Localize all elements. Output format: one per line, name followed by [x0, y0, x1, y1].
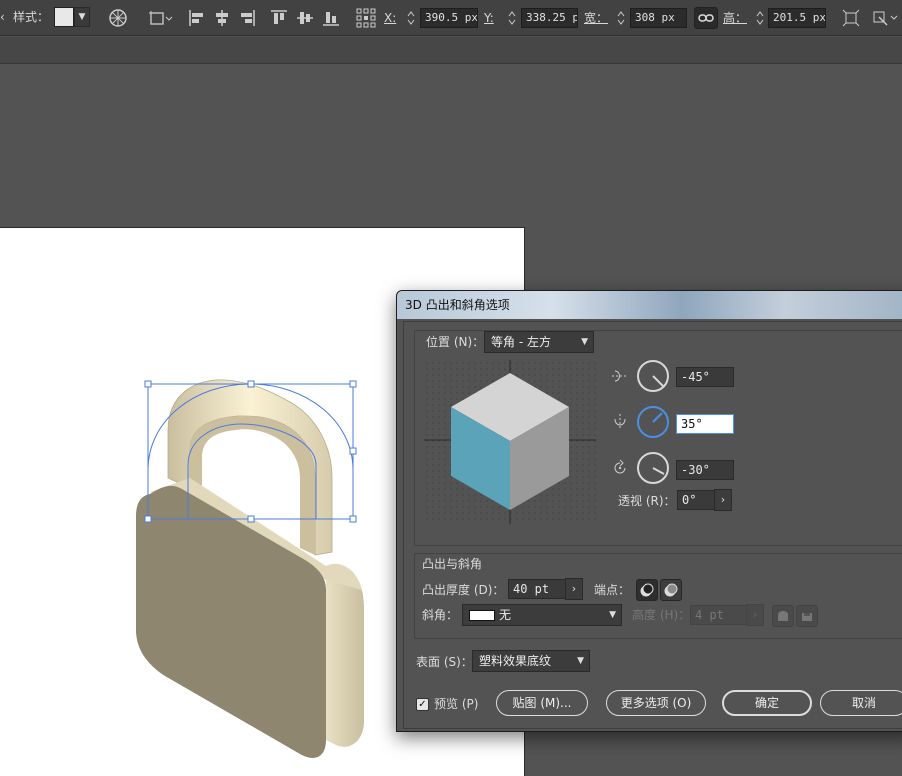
- width-label: 宽：: [584, 11, 609, 25]
- rotate-x-input[interactable]: -45°: [676, 367, 734, 387]
- rotate-y-input[interactable]: 35°: [676, 414, 734, 434]
- surface-select[interactable]: 塑料效果底纹 ▼: [472, 650, 590, 672]
- bevel-out-icon[interactable]: [772, 605, 794, 627]
- bevel-label: 斜角：: [422, 608, 459, 622]
- rotate-z-input[interactable]: -30°: [676, 460, 734, 480]
- bevel-height-input[interactable]: 4 pt: [690, 605, 748, 625]
- more-options-button[interactable]: 更多选项 (O): [606, 690, 706, 716]
- bevel-select[interactable]: 无 ▼: [462, 604, 622, 626]
- height-label: 高：: [723, 11, 748, 25]
- dialog-title-bar[interactable]: 3D 凸出和斜角选项: [397, 291, 902, 319]
- ok-button[interactable]: 确定: [722, 690, 812, 716]
- transform-bounds-icon[interactable]: [840, 7, 862, 29]
- extrude-depth-slider-button[interactable]: ›: [565, 578, 583, 600]
- extrude-bevel-section-label: 凸出与斜角: [422, 557, 483, 571]
- 3d-extrude-bevel-dialog: 3D 凸出和斜角选项 位置 (N)： 等角 - 左方 ▼ -45° 35° -3…: [396, 290, 902, 732]
- y-input[interactable]: 338.25 px: [521, 8, 578, 28]
- bevel-preview-swatch: [469, 610, 495, 621]
- width-input[interactable]: 308 px: [630, 8, 687, 28]
- rotate-y-dial[interactable]: [636, 405, 670, 439]
- cancel-button[interactable]: 取消: [820, 690, 902, 716]
- dialog-title: 3D 凸出和斜角选项: [405, 298, 510, 312]
- rotate-y-axis-icon: [610, 412, 630, 432]
- constrain-proportions-link-icon[interactable]: [694, 7, 718, 29]
- lock-body-front: [136, 485, 326, 758]
- surface-select-value: 塑料效果底纹: [479, 654, 552, 668]
- height-spinner[interactable]: [753, 7, 767, 29]
- rotate-x-axis-icon: [610, 366, 630, 386]
- isolate-selected-icon[interactable]: [870, 7, 900, 29]
- extrude-depth-label: 凸出厚度 (D)：: [422, 583, 505, 597]
- preview-checkbox[interactable]: ✓: [416, 698, 429, 711]
- extrude-depth-input[interactable]: 40 pt: [508, 579, 566, 599]
- preview-label: 预览 (P): [434, 697, 479, 711]
- height-input[interactable]: 201.5 px: [768, 8, 826, 28]
- map-button[interactable]: 贴图 (M)...: [496, 690, 588, 716]
- perspective-label: 透视 (R)：: [618, 494, 676, 508]
- surface-label: 表面 (S)：: [416, 655, 473, 669]
- dialog-body: 位置 (N)： 等角 - 左方 ▼ -45° 35° -30° 透视 (R)： …: [403, 321, 902, 729]
- bevel-height-slider-button[interactable]: ›: [746, 604, 764, 626]
- rotate-z-dial[interactable]: [636, 451, 670, 485]
- cap-off-icon[interactable]: [660, 579, 682, 601]
- perspective-input[interactable]: 0°: [677, 490, 717, 510]
- perspective-slider-button[interactable]: ›: [714, 489, 732, 511]
- position-label: 位置 (N)：: [426, 335, 485, 349]
- chevron-down-icon: ▼: [577, 656, 584, 666]
- rotate-x-dial[interactable]: [636, 359, 670, 393]
- bevel-in-icon[interactable]: [796, 605, 818, 627]
- lock-body-side: [326, 565, 364, 747]
- cap-on-icon[interactable]: [636, 579, 658, 601]
- bevel-select-value: 无: [499, 608, 512, 622]
- rotate-z-axis-icon: [610, 458, 630, 478]
- cap-label: 端点：: [594, 583, 631, 597]
- bevel-height-label: 高度 (H)：: [632, 608, 691, 622]
- chevron-down-icon: ▼: [609, 610, 616, 620]
- width-spinner[interactable]: [614, 7, 628, 29]
- position-select[interactable]: 等角 - 左方 ▼: [484, 331, 594, 353]
- rotation-track-cube[interactable]: [424, 360, 596, 524]
- chevron-down-icon: ▼: [581, 337, 588, 347]
- position-select-value: 等角 - 左方: [491, 335, 551, 349]
